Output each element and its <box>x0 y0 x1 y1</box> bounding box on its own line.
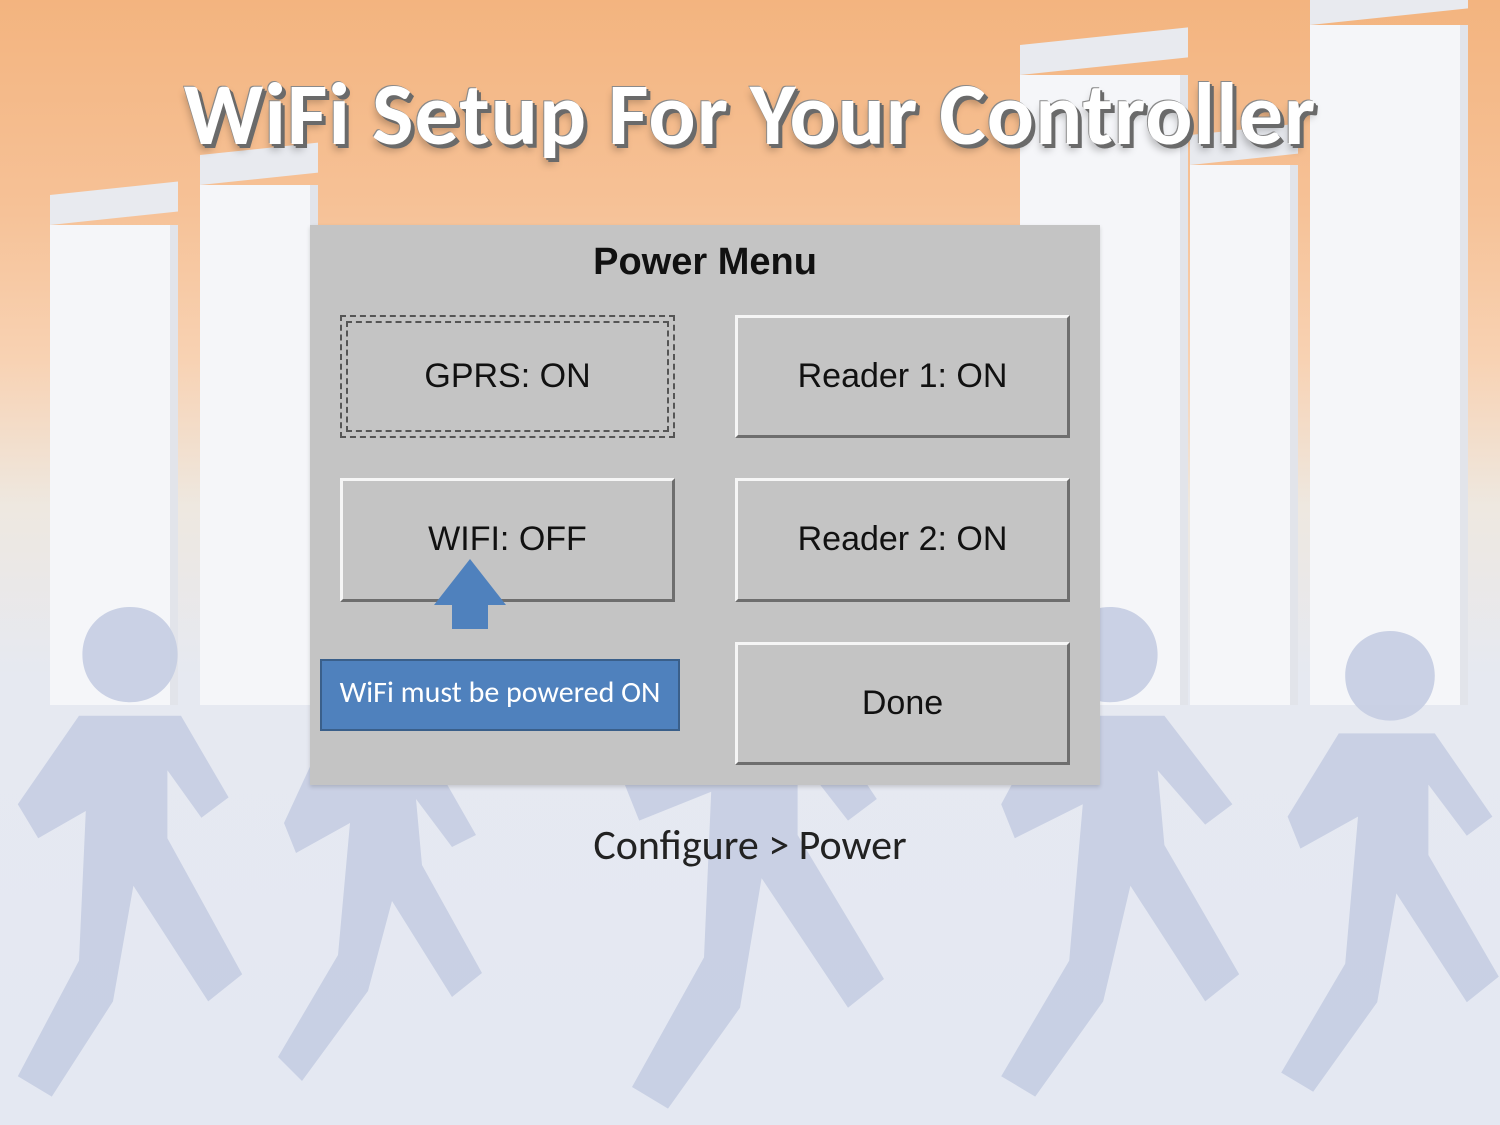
reader2-label: Reader 2: ON <box>798 520 1008 559</box>
done-button[interactable]: Done <box>735 642 1070 765</box>
wifi-label: WIFI: OFF <box>428 520 587 559</box>
panel-title: Power Menu <box>310 241 1100 284</box>
slide-title: WiFi Setup For Your Controller <box>184 60 1317 168</box>
callout-text: WiFi must be powered ON <box>320 659 680 731</box>
reader1-label: Reader 1: ON <box>798 357 1008 396</box>
wifi-callout: WiFi must be powered ON <box>320 605 680 785</box>
breadcrumb: Configure > Power <box>593 820 906 871</box>
wifi-button[interactable]: WIFI: OFF <box>340 478 675 601</box>
done-label: Done <box>862 684 943 723</box>
reader2-button[interactable]: Reader 2: ON <box>735 478 1070 601</box>
reader1-button[interactable]: Reader 1: ON <box>735 315 1070 438</box>
gprs-button[interactable]: GPRS: ON <box>340 315 675 438</box>
gprs-label: GPRS: ON <box>424 357 590 396</box>
